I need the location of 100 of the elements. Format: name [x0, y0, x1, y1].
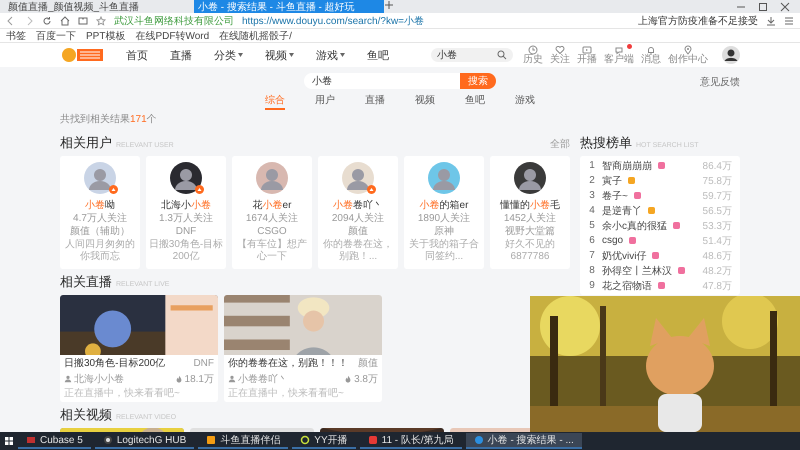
user-description: 关于我的箱子合同签约... — [408, 239, 480, 263]
hot-search-item[interactable]: 4 是逆青丫 56.5万 — [588, 203, 732, 218]
taskbar-item[interactable]: YY开播 — [292, 433, 356, 449]
result-tab[interactable]: 视频 — [415, 92, 435, 110]
nav-link[interactable]: 首页 — [126, 48, 148, 62]
app-icon — [300, 435, 310, 445]
search-field[interactable]: 小卷 — [304, 73, 460, 89]
app-icon — [368, 435, 378, 445]
nav-link[interactable]: 分类 — [214, 48, 243, 62]
nav-link[interactable]: 鱼吧 — [367, 48, 389, 62]
streamer-name: 小卷卷吖丶 — [238, 372, 288, 386]
header-action[interactable]: 创作中心 — [668, 45, 708, 65]
follower-count: 1452人关注 — [504, 213, 556, 225]
taskbar-item[interactable]: 斗鱼直播伴侣 — [198, 433, 288, 449]
header-action[interactable]: 历史 — [523, 45, 543, 65]
user-card[interactable]: 小卷的箱er 1890人关注 原神 关于我的箱子合同签约... — [404, 156, 484, 269]
header-action[interactable]: 客户端 — [604, 45, 634, 65]
result-tab[interactable]: 鱼吧 — [465, 92, 485, 110]
nav-link[interactable]: 直播 — [170, 48, 192, 62]
menu-icon — [784, 16, 794, 26]
live-title: 日搬30角色-目标200亿 — [64, 356, 166, 370]
avatar — [342, 162, 374, 194]
user-description: 人间四月匆匆的你我而忘 — [64, 239, 136, 263]
bookmark[interactable]: 书签 — [6, 28, 26, 42]
app-icon — [102, 435, 113, 445]
taskbar-item[interactable]: 11 - 队长/第九局 — [360, 433, 462, 449]
hot-search-item[interactable]: 1 智商崩崩崩 86.4万 — [588, 158, 732, 173]
result-tab[interactable]: 游戏 — [515, 92, 535, 110]
user-category: 视野大堂篇 — [505, 226, 555, 238]
user-name[interactable]: 小卷卷吖丶 — [333, 198, 383, 212]
bookmark[interactable]: PPT模板 — [86, 28, 126, 42]
user-avatar[interactable] — [722, 46, 740, 64]
hot-search-item[interactable]: 7 奶优vivi仔 48.6万 — [588, 248, 732, 263]
live-card[interactable]: 日搬30角色-目标200亿 DNF 北海小小卷 18.1万 正在直播中，快来看看吧~ — [60, 295, 218, 402]
live-card[interactable]: 你的卷卷在这，别跑！！！ 颜值 小卷卷吖丶 3.8万 正在直播中，快来看看吧~ — [224, 295, 382, 402]
flame-icon — [344, 375, 352, 383]
star-icon — [96, 16, 106, 26]
user-card[interactable]: 北海小小卷 1.3万人关注 DNF 日搬30角色-目标200亿 — [146, 156, 226, 269]
user-name[interactable]: 花小卷er — [252, 198, 292, 212]
user-description: 日搬30角色-目标200亿 — [148, 239, 224, 263]
app-icon — [474, 435, 484, 445]
video-icon — [582, 45, 592, 55]
reload-icon — [42, 16, 52, 26]
user-category: CSGO — [257, 226, 287, 238]
user-category: 原神 — [434, 226, 454, 238]
hot-search-item[interactable]: 8 孙得空丨兰林汉 48.2万 — [588, 263, 732, 278]
hot-search-item[interactable]: 5 余小c真的很猛 53.3万 — [588, 218, 732, 233]
search-icon — [497, 50, 507, 60]
avatar — [84, 162, 116, 194]
bookmark[interactable]: 在线PDF转Word — [135, 28, 210, 42]
user-name[interactable]: 懂懂的小卷毛 — [500, 198, 560, 212]
feedback-link[interactable]: 意见反馈 — [700, 75, 740, 89]
app-icon — [206, 435, 216, 445]
header-action[interactable]: 开播 — [577, 45, 597, 65]
heat-count: 18.1万 — [184, 373, 214, 386]
user-category: 颜值（辅助） — [70, 226, 130, 238]
chat-icon — [614, 45, 624, 55]
bookmark[interactable]: 在线随机摇骰子/ — [219, 28, 292, 42]
nav-link[interactable]: 视频 — [265, 48, 294, 62]
result-tab[interactable]: 直播 — [365, 92, 385, 110]
header-search-field[interactable]: 小卷 — [431, 48, 513, 62]
user-card[interactable]: 花小卷er 1674人关注 CSGO 【有车位】想产心一下 — [232, 156, 312, 269]
header-action[interactable]: 关注 — [550, 45, 570, 65]
avatar — [514, 162, 546, 194]
download-icon — [766, 16, 776, 26]
taskbar-item[interactable]: 小卷 - 搜索结果 - ... — [466, 433, 582, 449]
hot-search-item[interactable]: 6 csgo 51.4万 — [588, 233, 732, 248]
follower-count: 1.3万人关注 — [159, 213, 213, 225]
user-name[interactable]: 北海小小卷 — [161, 198, 211, 212]
hot-search-item[interactable]: 9 花之宿物语 47.8万 — [588, 278, 732, 293]
hot-search-item[interactable]: 2 寅子 75.8万 — [588, 173, 732, 188]
browser-tab[interactable]: 颜值直播_颜值视频_斗鱼直播 — [4, 0, 194, 13]
result-tab[interactable]: 用户 — [315, 92, 335, 110]
hot-search-item[interactable]: 3 卷子~ 59.7万 — [588, 188, 732, 203]
address-field[interactable]: https://www.douyu.com/search/?kw=小卷 — [242, 14, 424, 28]
user-card[interactable]: 小卷呦 4.7万人关注 颜值（辅助） 人间四月匆匆的你我而忘 — [60, 156, 140, 269]
book-icon — [78, 16, 88, 26]
heart-icon — [555, 45, 565, 55]
header-action[interactable]: 消息 — [641, 45, 661, 65]
user-name[interactable]: 小卷呦 — [85, 198, 115, 212]
bookmark[interactable]: 百度一下 — [36, 28, 76, 42]
avatar — [170, 162, 202, 194]
avatar — [428, 162, 460, 194]
streamer-name: 北海小小卷 — [74, 372, 124, 386]
user-description: 【有车位】想产心一下 — [236, 239, 308, 263]
user-card[interactable]: 小卷卷吖丶 2094人关注 颜值 你的卷卷在这，别跑！... — [318, 156, 398, 269]
plus-icon — [384, 0, 394, 10]
user-category: 颜值 — [348, 226, 368, 238]
browser-tab[interactable]: 小卷 - 搜索结果 - 斗鱼直播 - 超好玩 — [194, 0, 384, 13]
user-name[interactable]: 小卷的箱er — [420, 198, 468, 212]
user-description: 你的卷卷在这，别跑！... — [322, 239, 394, 263]
user-card[interactable]: 懂懂的小卷毛 1452人关注 视野大堂篇 好久不见的 6877786 — [490, 156, 570, 269]
heat-count: 3.8万 — [354, 373, 378, 386]
live-tag: 正在直播中，快来看看吧~ — [64, 388, 214, 399]
follower-count: 4.7万人关注 — [73, 213, 127, 225]
news-ticker[interactable]: 上海官方防疫准备不足接受 — [638, 14, 758, 28]
close-icon — [780, 2, 790, 12]
nav-link[interactable]: 游戏 — [316, 48, 345, 62]
taskbar-item[interactable]: Cubase 5 — [18, 433, 91, 449]
taskbar-item[interactable]: LogitechG HUB — [94, 433, 194, 449]
